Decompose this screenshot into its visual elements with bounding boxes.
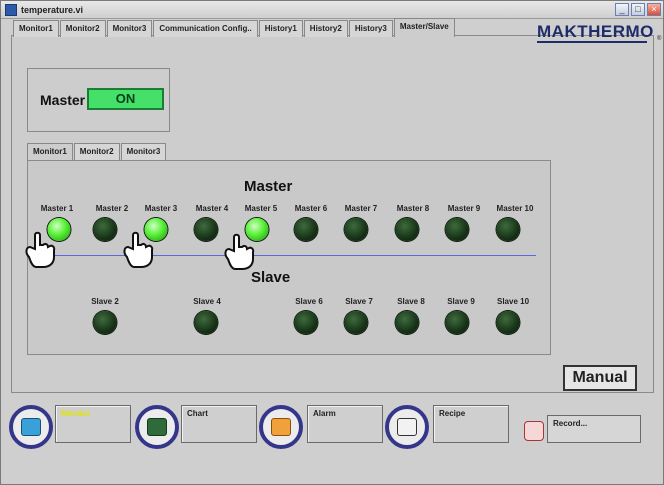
title-bar: temperature.vi _ □ ×	[1, 1, 663, 19]
slave-2-label: Slave 2	[91, 297, 119, 306]
subtab-monitor1[interactable]: Monitor1	[27, 143, 73, 160]
master-9-led[interactable]	[445, 218, 469, 241]
master-6-label: Master 6	[294, 204, 328, 213]
tab-monitor3[interactable]: Monitor3	[106, 20, 153, 37]
app-icon	[5, 3, 17, 16]
subtab-monitor2[interactable]: Monitor2	[73, 143, 120, 160]
master-7-label: Master 7	[344, 204, 378, 213]
slave-8-led[interactable]	[395, 311, 419, 334]
master-section-title: Master	[244, 178, 293, 195]
slave-4-led[interactable]	[194, 311, 218, 334]
master-8-label: Master 8	[396, 204, 430, 213]
window-controls: _ □ ×	[615, 3, 661, 16]
slave-10-led[interactable]	[496, 311, 520, 334]
alarm-icon[interactable]	[259, 405, 303, 449]
master-5-led[interactable]	[245, 218, 269, 241]
minimize-button[interactable]: _	[615, 3, 629, 16]
main-tab-bar: Monitor1 Monitor2 Monitor3 Communication…	[13, 18, 456, 37]
slave-section-title: Slave	[251, 269, 291, 286]
tab-communication-config[interactable]: Communication Config..	[153, 20, 258, 37]
tab-master-slave[interactable]: Master/Slave	[393, 18, 455, 37]
master-2-led[interactable]	[93, 218, 117, 241]
sub-tab-bar: Monitor1 Monitor2 Monitor3	[27, 143, 167, 160]
logo-underline	[537, 41, 647, 43]
master-10-label: Master 10	[496, 204, 534, 213]
tab-history1[interactable]: History1	[258, 20, 303, 37]
slave-7-led[interactable]	[344, 311, 368, 334]
master-9-label: Master 9	[447, 204, 481, 213]
recipe-nav-button[interactable]: Recipe	[433, 405, 509, 443]
master-1-led[interactable]	[47, 218, 71, 241]
close-button[interactable]: ×	[647, 3, 661, 16]
slave-9-led[interactable]	[445, 311, 469, 334]
monitor-nav-button[interactable]: Monitor	[55, 405, 131, 443]
slave-8-label: Slave 8	[397, 297, 425, 306]
slave-6-label: Slave 6	[295, 297, 323, 306]
recipe-icon[interactable]	[385, 405, 429, 449]
master-control-label: Master	[40, 92, 86, 108]
master-5-label: Master 5	[244, 204, 278, 213]
tab-history2[interactable]: History2	[303, 20, 348, 37]
slave-4-label: Slave 4	[193, 297, 221, 306]
slave-2-led[interactable]	[93, 311, 117, 334]
chart-icon[interactable]	[135, 405, 179, 449]
app-window: temperature.vi _ □ × Monitor1 Monitor2 M…	[0, 0, 664, 485]
tab-monitor1[interactable]: Monitor1	[13, 20, 59, 37]
logo-registered-mark: ®	[657, 36, 662, 42]
alarm-nav-button[interactable]: Alarm	[307, 405, 383, 443]
master-3-led[interactable]	[144, 218, 168, 241]
slave-7-label: Slave 7	[345, 297, 373, 306]
master-3-label: Master 3	[144, 204, 178, 213]
monitor-icon[interactable]	[9, 405, 53, 449]
slave-6-led[interactable]	[294, 311, 318, 334]
slave-9-label: Slave 9	[447, 297, 475, 306]
master-2-label: Master 2	[95, 204, 129, 213]
slave-10-label: Slave 10	[496, 297, 530, 306]
master-4-led[interactable]	[194, 218, 218, 241]
master-slave-divider	[43, 255, 536, 256]
record-button[interactable]: Record...	[547, 415, 641, 443]
master-10-led[interactable]	[496, 218, 520, 241]
master-8-led[interactable]	[395, 218, 419, 241]
master-7-led[interactable]	[344, 218, 368, 241]
master-1-label: Master 1	[40, 204, 74, 213]
window-title: temperature.vi	[21, 4, 84, 15]
manual-button[interactable]: Manual	[563, 365, 637, 391]
master-on-toggle[interactable]: ON	[87, 88, 164, 110]
subtab-monitor3[interactable]: Monitor3	[120, 143, 167, 160]
record-icon[interactable]	[524, 421, 544, 441]
master-4-label: Master 4	[195, 204, 229, 213]
master-6-led[interactable]	[294, 218, 318, 241]
tab-history3[interactable]: History3	[348, 20, 393, 37]
maktherm-logo: MAKTHERMO	[537, 22, 654, 41]
maximize-button[interactable]: □	[631, 3, 645, 16]
tab-monitor2[interactable]: Monitor2	[59, 20, 106, 37]
chart-nav-button[interactable]: Chart	[181, 405, 257, 443]
